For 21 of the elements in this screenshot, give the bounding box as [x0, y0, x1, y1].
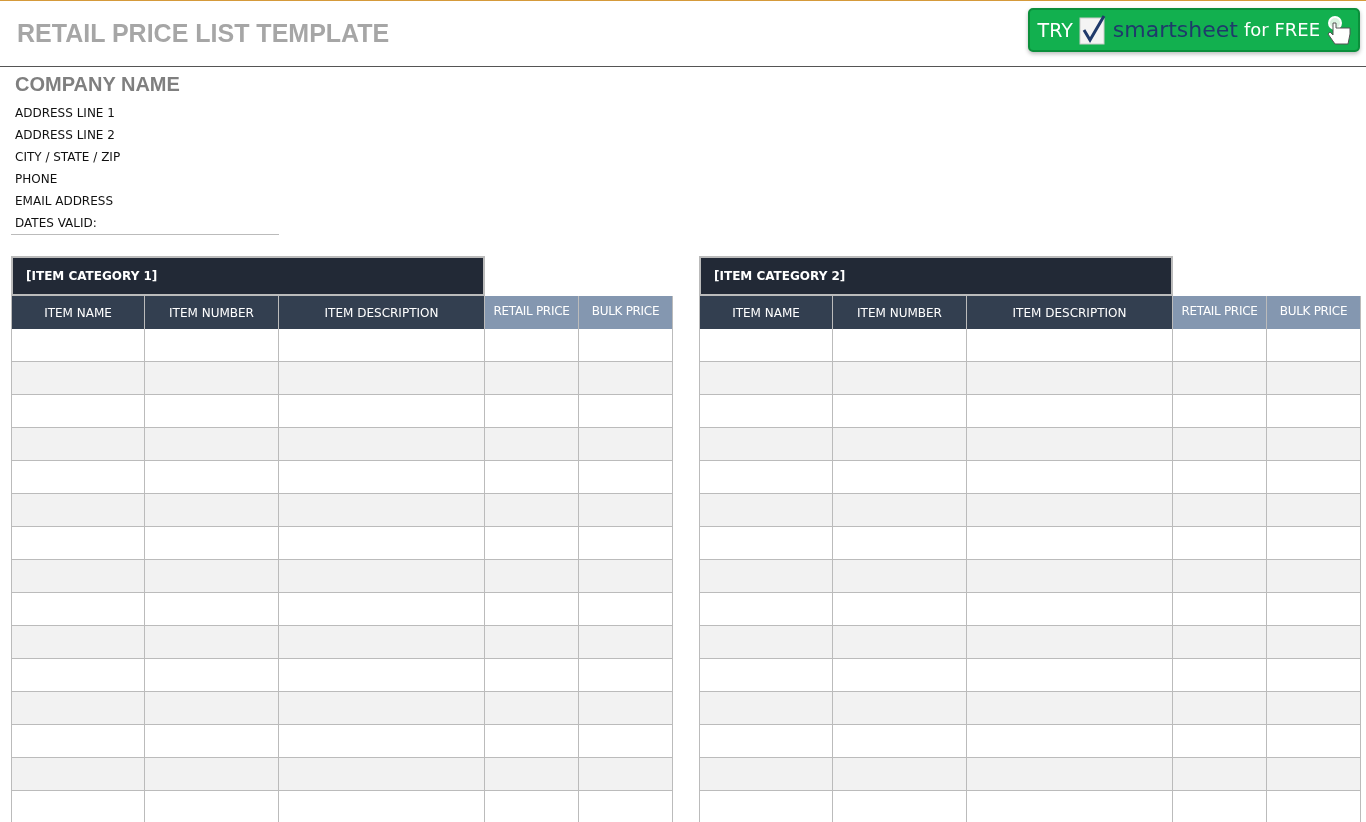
- category-header: [ITEM CATEGORY 2]: [699, 256, 1173, 296]
- page-title: RETAIL PRICE LIST TEMPLATE: [17, 19, 390, 48]
- company-info-line: PHONE: [14, 171, 59, 188]
- company-name: COMPANY NAME: [14, 73, 181, 97]
- column-header: ITEM DESCRIPTION: [967, 296, 1173, 329]
- company-info-line: EMAIL ADDRESS: [14, 193, 115, 210]
- column-header: BULK PRICE: [1267, 296, 1361, 329]
- try-smartsheet-button[interactable]: TRY smartsheet for FREE: [1027, 7, 1360, 52]
- column-header: ITEM NUMBER: [833, 296, 967, 329]
- company-info-line: ADDRESS LINE 2: [14, 127, 116, 144]
- column-header: ITEM NUMBER: [145, 296, 279, 329]
- column-header: RETAIL PRICE: [1173, 296, 1267, 329]
- company-info-line: ADDRESS LINE 1: [14, 105, 116, 122]
- column-header: RETAIL PRICE: [485, 296, 579, 329]
- company-info-line: CITY / STATE / ZIP: [14, 149, 122, 166]
- column-header: ITEM NAME: [699, 296, 833, 329]
- column-header: ITEM NAME: [11, 296, 145, 329]
- category-header: [ITEM CATEGORY 1]: [11, 256, 485, 296]
- company-info-line: DATES VALID:: [14, 215, 98, 232]
- column-header: ITEM DESCRIPTION: [279, 296, 485, 329]
- column-header: BULK PRICE: [579, 296, 673, 329]
